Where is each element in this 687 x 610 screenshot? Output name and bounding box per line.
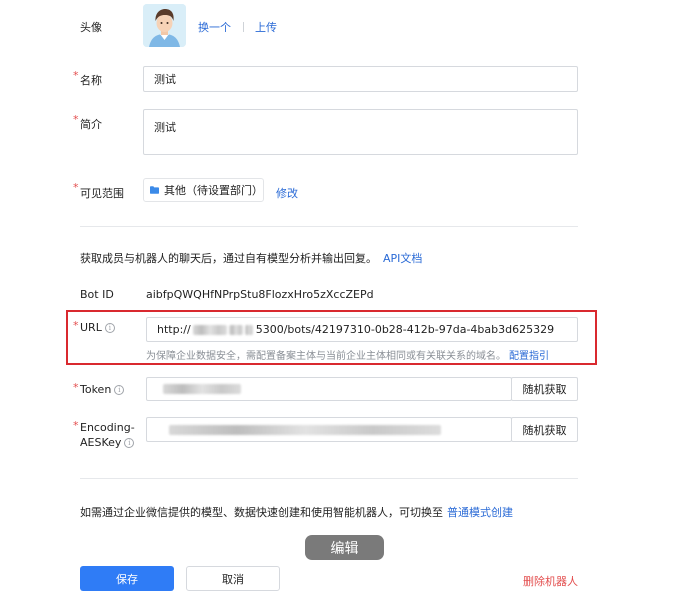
required-star: * (73, 181, 79, 194)
link-divider (242, 22, 244, 32)
aes-label-line1: Encoding- (80, 421, 135, 434)
edit-overlay-text: 编辑 (330, 540, 359, 557)
aes-key-input[interactable] (146, 417, 512, 442)
bot-id-label: Bot ID (80, 288, 114, 301)
folder-icon (150, 186, 159, 194)
name-value: 测试 (154, 73, 176, 86)
save-button[interactable]: 保存 (80, 566, 174, 591)
redacted-host (192, 324, 227, 335)
delete-bot-link[interactable]: 删除机器人 (523, 573, 578, 589)
avatar[interactable] (143, 4, 186, 47)
required-star: * (73, 381, 79, 394)
api-doc-link[interactable]: API文档 (383, 252, 422, 265)
token-input[interactable] (146, 377, 512, 401)
aes-label-wrap: Encoding- AESKey i (80, 420, 135, 450)
redacted-token (163, 384, 241, 394)
info-icon[interactable]: i (104, 323, 115, 333)
intro-textarea[interactable]: 测试 (143, 109, 578, 155)
intro-value: 测试 (154, 121, 176, 134)
token-random-label: 随机获取 (522, 383, 567, 396)
api-description: 获取成员与机器人的聊天后，通过自有模型分析并输出回复。 API文档 (80, 250, 422, 266)
save-label: 保存 (116, 572, 138, 586)
aes-label-line2: AESKey (80, 436, 122, 449)
redacted-host (244, 324, 253, 335)
avatar-image (143, 4, 186, 47)
aes-random-button[interactable]: 随机获取 (511, 417, 578, 442)
config-guide-link[interactable]: 配置指引 (509, 351, 549, 362)
required-star: * (73, 113, 79, 126)
url-value-prefix: http:// (157, 323, 191, 336)
name-input[interactable]: 测试 (143, 66, 578, 92)
token-random-button[interactable]: 随机获取 (511, 377, 578, 401)
change-avatar-link[interactable]: 换一个 (198, 21, 231, 34)
upload-avatar-link[interactable]: 上传 (255, 21, 277, 34)
cancel-button[interactable]: 取消 (186, 566, 280, 591)
required-star: * (73, 419, 79, 432)
redacted-host (228, 324, 243, 335)
url-label-wrap: URL i (80, 321, 115, 334)
url-input[interactable]: http:// 5300/bots/42197310-0b28-412b-97d… (146, 317, 578, 342)
mode-switch-text: 如需通过企业微信提供的模型、数据快速创建和使用智能机器人，可切换至 (80, 506, 443, 519)
visibility-scope-chip[interactable]: 其他（待设置部门） (143, 178, 264, 202)
visibility-label: 可见范围 (80, 187, 124, 200)
required-star: * (73, 69, 79, 82)
redacted-aes-key (169, 424, 441, 435)
edit-visibility-link[interactable]: 修改 (276, 185, 298, 201)
token-label: Token (80, 383, 112, 396)
bot-id-value: aibfpQWQHfNPrpStu8FlozxHro5zXccZEPd (146, 288, 374, 301)
aes-random-label: 随机获取 (522, 423, 567, 437)
url-value-suffix: 5300/bots/42197310-0b28-412b-97da-4bab3d… (255, 323, 555, 336)
mode-switch-description: 如需通过企业微信提供的模型、数据快速创建和使用智能机器人，可切换至 普通模式创建 (80, 504, 513, 520)
info-icon[interactable]: i (124, 438, 135, 448)
normal-mode-link[interactable]: 普通模式创建 (447, 506, 513, 519)
intro-label: 简介 (80, 118, 102, 131)
token-label-wrap: Token i (80, 383, 125, 396)
visibility-scope-text: 其他（待设置部门） (164, 184, 263, 197)
url-hint-text: 为保障企业数据安全，需配置备案主体与当前企业主体相同或有关联关系的域名。 (146, 351, 506, 362)
required-star: * (73, 319, 79, 332)
avatar-label: 头像 (80, 21, 102, 34)
section-divider (80, 478, 578, 479)
api-description-text: 获取成员与机器人的聊天后，通过自有模型分析并输出回复。 (80, 252, 377, 265)
cancel-label: 取消 (222, 572, 244, 586)
info-icon[interactable]: i (114, 385, 125, 395)
name-label: 名称 (80, 74, 102, 87)
url-label: URL (80, 321, 102, 334)
edit-overlay-tag: 编辑 (305, 535, 384, 560)
section-divider (80, 226, 578, 227)
url-hint: 为保障企业数据安全，需配置备案主体与当前企业主体相同或有关联关系的域名。 配置指引 (146, 347, 549, 362)
